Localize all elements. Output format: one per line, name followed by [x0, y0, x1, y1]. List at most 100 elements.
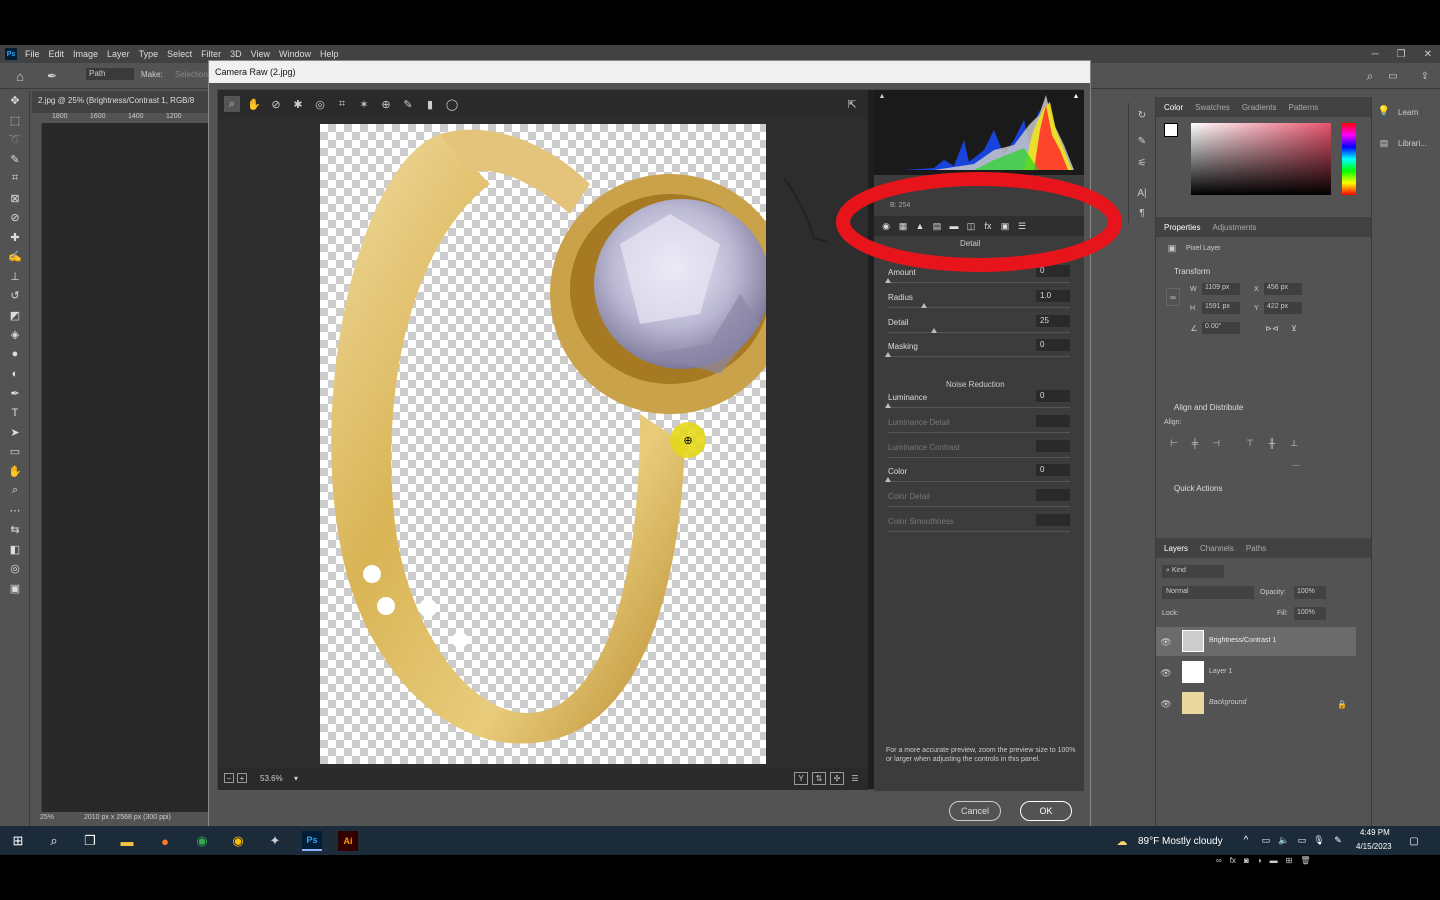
tab-swatches[interactable]: Swatches: [1195, 103, 1230, 112]
windows-start-icon[interactable]: ⊞: [8, 831, 28, 851]
adjustment-brush-icon[interactable]: ✎: [400, 96, 416, 112]
microphone-icon[interactable]: 🎙: [1313, 834, 1325, 846]
before-after-y-icon[interactable]: Y: [794, 772, 808, 785]
group-icon[interactable]: ▬: [1270, 853, 1278, 867]
tab-color[interactable]: Color: [1164, 103, 1183, 112]
hue-slider[interactable]: [1342, 123, 1356, 195]
history-icon[interactable]: ↻: [1134, 107, 1150, 123]
chevron-up-icon[interactable]: ^: [1240, 834, 1252, 846]
menu-3d[interactable]: 3D: [230, 49, 242, 59]
menu-select[interactable]: Select: [167, 49, 192, 59]
tab-gradients[interactable]: Gradients: [1242, 103, 1277, 112]
align-middle-icon[interactable]: ╫: [1266, 437, 1278, 449]
mask-icon[interactable]: ◙: [1244, 853, 1249, 867]
height-field[interactable]: 1591 px: [1202, 302, 1240, 314]
align-title[interactable]: Align and Distribute: [1174, 403, 1243, 412]
zoom-in-icon[interactable]: +: [237, 773, 247, 783]
adjust-icon[interactable]: ⚟: [1134, 155, 1150, 171]
adjustment-layer-icon[interactable]: ◑: [1257, 853, 1262, 867]
tab-paths[interactable]: Paths: [1246, 544, 1266, 553]
graduated-filter-icon[interactable]: ▮: [422, 96, 438, 112]
search-icon[interactable]: ⌕: [44, 831, 64, 851]
libraries-icon[interactable]: ▤: [1378, 137, 1390, 149]
tab-layers[interactable]: Layers: [1164, 544, 1188, 553]
menu-filter[interactable]: Filter: [201, 49, 221, 59]
quick-selection-tool-icon[interactable]: ✎: [0, 150, 30, 170]
zoom-out-icon[interactable]: −: [224, 773, 234, 783]
chrome-2-icon[interactable]: ◉: [228, 831, 248, 851]
slider-masking[interactable]: Masking 0: [885, 339, 1070, 363]
align-bottom-icon[interactable]: ⊥: [1288, 437, 1300, 449]
visibility-eye-icon[interactable]: 👁: [1160, 636, 1172, 648]
search-icon[interactable]: ⌕: [1363, 69, 1377, 83]
quick-mask-icon[interactable]: ◎: [0, 559, 30, 579]
align-left-icon[interactable]: ⊢: [1168, 437, 1180, 449]
menu-image[interactable]: Image: [73, 49, 98, 59]
more-tools-icon[interactable]: ⋯: [0, 501, 30, 521]
cancel-button[interactable]: Cancel: [949, 801, 1001, 821]
workspace-icon[interactable]: ▭: [1386, 69, 1400, 83]
slider-value[interactable]: 1.0: [1036, 290, 1070, 302]
trash-icon[interactable]: 🗑: [1300, 853, 1310, 867]
layer-name[interactable]: Background: [1209, 699, 1246, 706]
layer-row[interactable]: 👁 Layer 1: [1156, 658, 1356, 687]
brush-tool-icon[interactable]: ✍: [0, 247, 30, 267]
clone-stamp-tool-icon[interactable]: ⊥: [0, 267, 30, 287]
link-icon[interactable]: ∞: [1166, 288, 1180, 306]
slider-value[interactable]: 0: [1036, 339, 1070, 351]
shadow-clipping-icon[interactable]: ▲: [878, 92, 886, 100]
slider-radius[interactable]: Radius 1.0: [888, 290, 1070, 314]
zoom-value[interactable]: 53.6%: [260, 774, 283, 783]
pen-icon[interactable]: ✎: [1332, 834, 1344, 846]
pen-tool-icon[interactable]: ✒: [44, 68, 60, 84]
chrome-icon[interactable]: ◉: [192, 831, 212, 851]
document-canvas[interactable]: [42, 123, 212, 813]
visibility-eye-icon[interactable]: 👁: [1160, 667, 1172, 679]
menu-edit[interactable]: Edit: [49, 49, 65, 59]
slider-value[interactable]: 0: [1036, 390, 1070, 402]
transform-title[interactable]: Transform: [1174, 267, 1210, 276]
tab-patterns[interactable]: Patterns: [1289, 103, 1319, 112]
spot-removal-tool-icon[interactable]: ✶: [356, 96, 372, 112]
libraries-label[interactable]: Librari...: [1398, 139, 1427, 148]
targeted-adjustment-tool-icon[interactable]: ◎: [312, 96, 328, 112]
red-eye-tool-icon[interactable]: ⊕: [378, 96, 394, 112]
weather-icon[interactable]: ☁: [1113, 834, 1131, 848]
illustrator-taskbar-icon[interactable]: Ai: [338, 831, 358, 851]
firefox-icon[interactable]: ●: [155, 831, 175, 851]
zoom-dropdown-icon[interactable]: ▾: [290, 772, 302, 784]
type-tool-icon[interactable]: T: [0, 403, 30, 423]
move-tool-icon[interactable]: ✥: [0, 91, 30, 111]
path-selection-tool-icon[interactable]: ➤: [0, 423, 30, 443]
learn-label[interactable]: Learn: [1398, 108, 1418, 117]
eraser-tool-icon[interactable]: ◩: [0, 306, 30, 326]
brush-settings-icon[interactable]: ✎: [1134, 133, 1150, 149]
opacity-field[interactable]: 100%: [1294, 586, 1326, 599]
healing-brush-tool-icon[interactable]: ✚: [0, 228, 30, 248]
menu-window[interactable]: Window: [279, 49, 311, 59]
tab-properties[interactable]: Properties: [1164, 223, 1200, 232]
white-balance-tool-icon[interactable]: ⊘: [268, 96, 284, 112]
volume-icon[interactable]: 🔈: [1278, 834, 1290, 846]
layer-name[interactable]: Brightness/Contrast 1: [1209, 637, 1276, 644]
clock-date[interactable]: 4/15/2023: [1356, 842, 1392, 851]
menu-type[interactable]: Type: [139, 49, 159, 59]
slider-color[interactable]: Color 0: [885, 464, 1070, 488]
foreground-swatch[interactable]: [1164, 123, 1178, 137]
photoshop-taskbar-icon[interactable]: Ps: [302, 831, 322, 851]
slider-track[interactable]: [888, 307, 1070, 308]
rectangle-tool-icon[interactable]: ▭: [0, 442, 30, 462]
document-tab[interactable]: 2.jpg @ 25% (Brightness/Contrast 1, RGB/…: [32, 91, 212, 113]
slider-thumb[interactable]: [885, 352, 891, 357]
quick-actions-title[interactable]: Quick Actions: [1174, 484, 1222, 493]
x-field[interactable]: 456 px: [1264, 283, 1302, 295]
minimize-icon[interactable]: ─: [1372, 49, 1379, 60]
slider-track[interactable]: [888, 356, 1070, 357]
layer-row[interactable]: 👁 Brightness/Contrast 1: [1156, 627, 1356, 656]
slider-luminance[interactable]: Luminance 0: [885, 390, 1070, 414]
slider-thumb[interactable]: [885, 403, 891, 408]
clock-time[interactable]: 4:49 PM: [1360, 828, 1390, 837]
tab-adjustments[interactable]: Adjustments: [1212, 223, 1256, 232]
slider-track[interactable]: [888, 481, 1070, 482]
close-icon[interactable]: ✕: [1424, 49, 1432, 60]
